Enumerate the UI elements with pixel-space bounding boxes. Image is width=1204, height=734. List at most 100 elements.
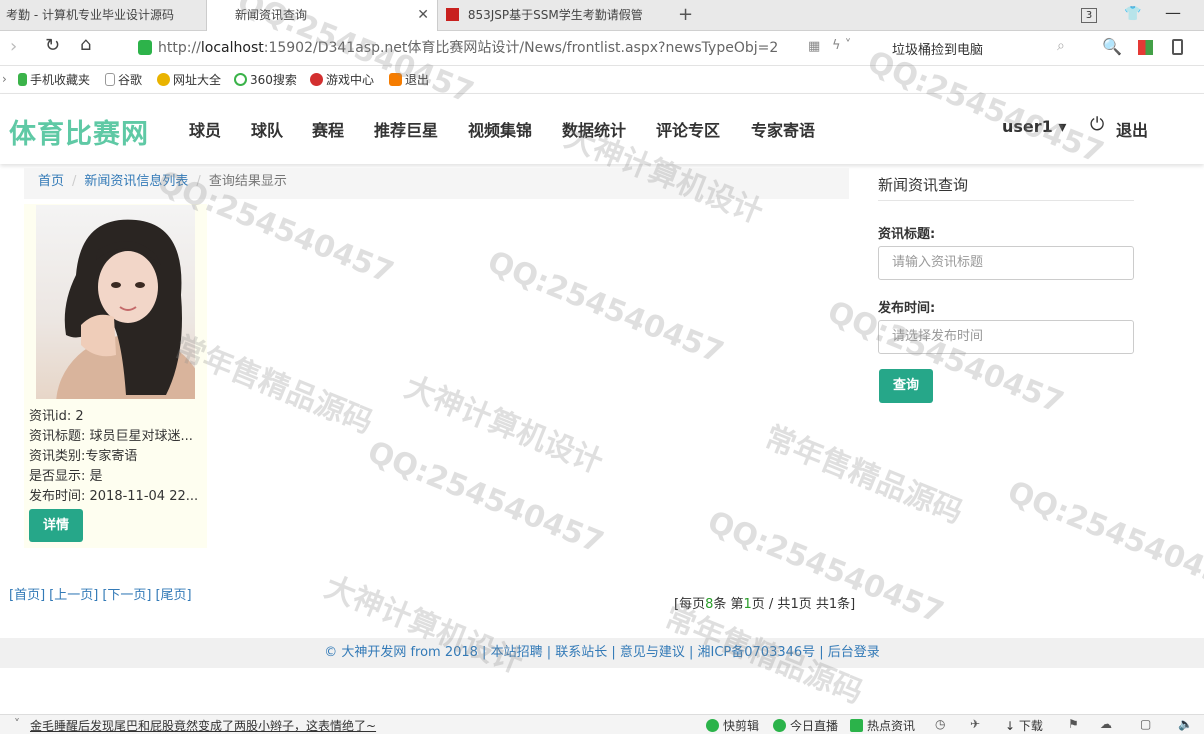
detail-button[interactable]: 详情	[29, 509, 83, 542]
watermark: 大神计算机设计	[399, 369, 608, 481]
divider	[878, 200, 1134, 201]
nav-item-stars[interactable]: 推荐巨星	[374, 117, 438, 141]
breadcrumb-list[interactable]: 新闻资讯信息列表	[84, 174, 188, 189]
news-title: 资讯标题: 球员巨星对球迷...	[29, 429, 193, 444]
url-field[interactable]: http://localhost:15902/D341asp.net体育比赛网站…	[158, 36, 828, 61]
nav-item-schedule[interactable]: 赛程	[312, 117, 344, 141]
news-icon	[850, 719, 863, 732]
phone-icon[interactable]	[1172, 39, 1183, 55]
page-info-text: [每页	[674, 597, 706, 612]
user-menu[interactable]: user1 ▾	[1002, 117, 1066, 136]
address-bar: › ↻ ⌂ http://localhost:15902/D341asp.net…	[0, 31, 1204, 66]
home-icon[interactable]: ⌂	[80, 34, 91, 55]
chevron-icon[interactable]: ›	[2, 72, 7, 86]
chevron-down-icon[interactable]: ˅	[14, 717, 20, 731]
tab-title: 考勤 - 计算机专业毕业设计源码	[6, 8, 174, 22]
site-footer[interactable]: © 大神开发网 from 2018 | 本站招聘 | 联系站长 | 意见与建议 …	[0, 638, 1204, 668]
apps-icon[interactable]	[1138, 40, 1153, 55]
time-input[interactable]: 请选择发布时间	[878, 320, 1134, 354]
title-field-label: 资讯标题:	[878, 227, 936, 242]
browser-tab[interactable]: 853JSP基于SSM学生考勤请假管	[440, 0, 666, 31]
bookmark-google[interactable]: 谷歌	[105, 71, 142, 89]
query-button[interactable]: 查询	[879, 369, 933, 403]
watermark: 常年售精品源码	[759, 419, 968, 531]
url-scheme: http://	[158, 40, 201, 56]
watermark: QQ:254540457	[482, 244, 729, 371]
shirt-icon[interactable]: 👕	[1124, 6, 1141, 22]
bookmark-360[interactable]: 360搜索	[234, 71, 297, 89]
status-item-download[interactable]: ↓ 下载	[1005, 717, 1043, 734]
watermark: QQ:254540457	[1002, 474, 1204, 601]
flash-icon[interactable]: ϟ ˅	[832, 38, 851, 53]
title-input[interactable]: 请输入资讯标题	[878, 246, 1134, 280]
page-info-text: 条 第	[713, 597, 744, 612]
browser-tab[interactable]: 考勤 - 计算机专业毕业设计源码	[0, 0, 205, 31]
news-photo[interactable]	[36, 205, 195, 399]
search-icon[interactable]: ⌕	[1057, 38, 1065, 54]
status-item-live[interactable]: 今日直播	[773, 717, 838, 734]
window-icon[interactable]: ▢	[1140, 717, 1151, 731]
speaker-icon[interactable]: 🔈	[1178, 717, 1193, 731]
bookmark-exit[interactable]: 退出	[389, 71, 429, 89]
watermark: QQ:254540457	[362, 434, 609, 561]
time-field-label: 发布时间:	[878, 301, 936, 316]
status-item-hot[interactable]: 热点资讯	[850, 717, 915, 734]
last-page-link[interactable]: [尾页]	[155, 588, 191, 603]
logout-link[interactable]: 退出	[1116, 117, 1148, 141]
news-card: 资讯id: 2 资讯标题: 球员巨星对球迷... 资讯类别:专家寄语 是否显示:…	[24, 204, 207, 548]
new-tab-icon[interactable]: +	[678, 4, 693, 25]
news-ticker[interactable]: 金毛睡醒后发现尾巴和屁股竟然变成了两股小辫子，这表情绝了~	[30, 717, 376, 734]
news-id: 资讯id: 2	[29, 409, 84, 424]
bookmark-mobile[interactable]: 手机收藏夹	[18, 71, 90, 89]
favicon-icon	[446, 8, 459, 21]
cloud-icon[interactable]: ☁	[1100, 717, 1112, 731]
breadcrumb-current: 查询结果显示	[208, 174, 287, 189]
search-360-icon	[234, 73, 247, 86]
bookmark-label: 网址大全	[173, 73, 222, 87]
bookmark-label: 谷歌	[118, 73, 143, 87]
nav-item-teams[interactable]: 球队	[251, 117, 283, 141]
page-info-text: 条]	[837, 597, 856, 612]
search-suggestion[interactable]: 垃圾桶捡到电脑	[892, 39, 983, 58]
breadcrumb-home[interactable]: 首页	[38, 174, 64, 189]
magnifier-icon[interactable]: 🔍	[1102, 37, 1122, 56]
nav-item-comments[interactable]: 评论专区	[656, 117, 720, 141]
bookmark-label: 手机收藏夹	[30, 73, 91, 87]
nav-item-videos[interactable]: 视频集锦	[468, 117, 532, 141]
browser-tab-strip: 考勤 - 计算机专业毕业设计源码 新闻资讯查询 ✕ 853JSP基于SSM学生考…	[0, 0, 1204, 31]
phone-icon	[18, 73, 27, 86]
bookmark-label: 游戏中心	[326, 73, 375, 87]
power-icon[interactable]: ⏻	[1090, 114, 1104, 135]
minimize-icon[interactable]: —	[1165, 3, 1181, 22]
prev-page-link[interactable]: [上一页]	[49, 588, 98, 603]
site-logo[interactable]: 体育比赛网	[9, 112, 149, 151]
bookmark-label: 360搜索	[250, 73, 297, 87]
pin-icon[interactable]: ✈	[970, 717, 980, 731]
status-item-clip[interactable]: 快剪辑	[706, 717, 759, 734]
download-icon: ↓	[1005, 719, 1019, 733]
close-tab-icon[interactable]: ✕	[417, 0, 429, 31]
total-records: 1	[828, 597, 838, 612]
nav-item-experts[interactable]: 专家寄语	[751, 117, 815, 141]
news-visible: 是否显示: 是	[29, 469, 103, 484]
reload-icon[interactable]: ↻	[45, 35, 60, 56]
news-date: 发布时间: 2018-11-04 22...	[29, 489, 199, 504]
page-info: [每页8条 第1页 / 共1页 共1条]	[674, 593, 855, 612]
speed-icon[interactable]: ◷	[935, 717, 945, 731]
bookmark-daquan[interactable]: 网址大全	[157, 71, 221, 89]
tab-count-badge[interactable]: 3	[1081, 8, 1097, 23]
qr-icon[interactable]: ▦	[808, 39, 820, 54]
first-page-link[interactable]: [首页]	[9, 588, 45, 603]
url-path: :15902/D341asp.net体育比赛网站设计/News/frontlis…	[263, 40, 779, 56]
flag-icon[interactable]: ⚑	[1068, 717, 1079, 731]
tab-title: 853JSP基于SSM学生考勤请假管	[467, 8, 643, 22]
next-page-link[interactable]: [下一页]	[102, 588, 151, 603]
forward-icon[interactable]: ›	[10, 36, 17, 57]
bookmark-games[interactable]: 游戏中心	[310, 71, 374, 89]
watermark: QQ:254540457	[822, 294, 1069, 421]
nav-item-stats[interactable]: 数据统计	[562, 117, 626, 141]
tab-title: 新闻资讯查询	[235, 8, 308, 22]
browser-tab-active[interactable]: 新闻资讯查询 ✕	[206, 0, 438, 31]
breadcrumb-separator: /	[196, 174, 201, 189]
nav-item-players[interactable]: 球员	[189, 117, 221, 141]
